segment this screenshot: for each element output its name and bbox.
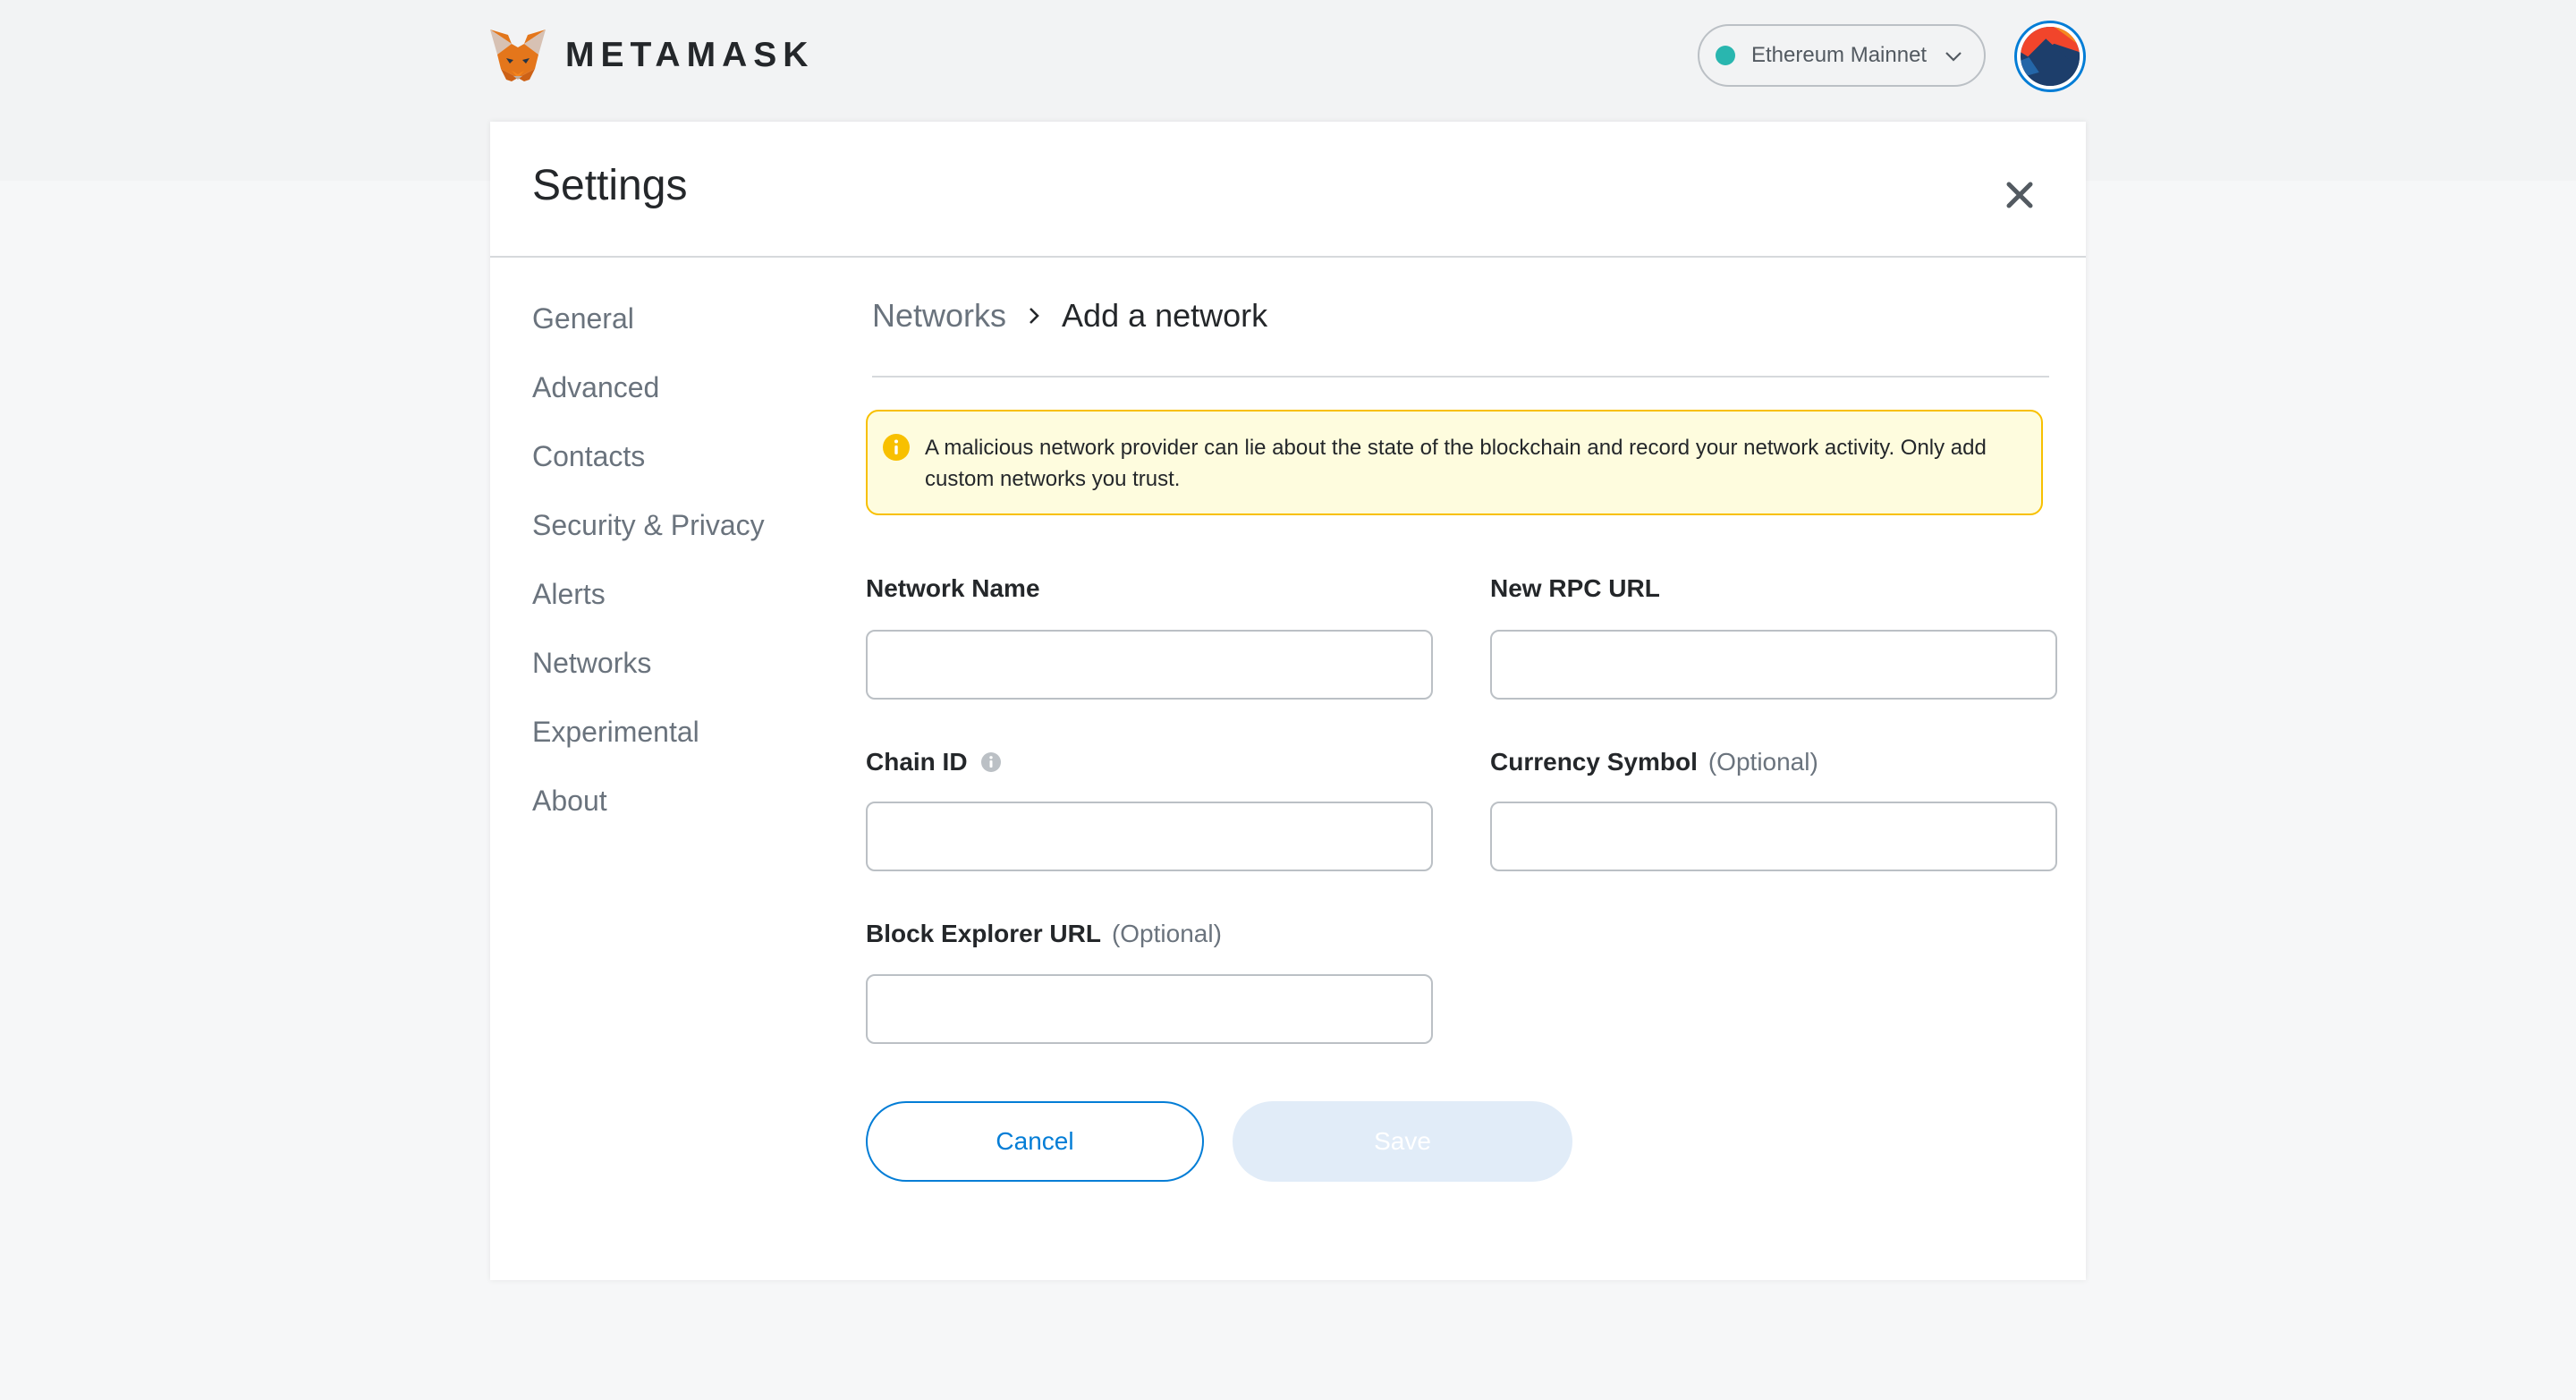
- brand-wordmark: METAMASK: [565, 36, 815, 74]
- chevron-down-icon: [1945, 52, 1962, 62]
- sidebar-item-networks[interactable]: Networks: [532, 645, 765, 714]
- sidebar-item-contacts[interactable]: Contacts: [532, 438, 765, 507]
- block-explorer-input[interactable]: [866, 974, 1433, 1044]
- page-title: Settings: [532, 162, 688, 209]
- identicon-icon: [2021, 27, 2080, 86]
- warning-text: A malicious network provider can lie abo…: [925, 436, 1987, 491]
- rpc-url-input[interactable]: [1490, 630, 2057, 700]
- sidebar-item-general[interactable]: General: [532, 301, 765, 369]
- settings-card: Settings General Advanced Contacts Secur…: [490, 122, 2086, 1280]
- fox-icon: [490, 30, 546, 81]
- block-explorer-label: Block Explorer URL (Optional): [866, 920, 1222, 948]
- content-divider: [872, 376, 2049, 378]
- network-label: Ethereum Mainnet: [1751, 43, 1928, 67]
- settings-header: Settings: [490, 122, 2086, 258]
- network-name-label: Network Name: [866, 574, 1040, 603]
- sidebar-item-about[interactable]: About: [532, 783, 765, 852]
- account-avatar[interactable]: [2014, 21, 2086, 92]
- metamask-logo[interactable]: METAMASK: [488, 27, 814, 84]
- warning-banner: A malicious network provider can lie abo…: [866, 410, 2043, 515]
- close-icon[interactable]: [2002, 177, 2038, 213]
- breadcrumb: Networks Add a network: [872, 297, 1267, 335]
- chevron-right-icon: [1030, 308, 1039, 324]
- network-name-input[interactable]: [866, 630, 1433, 700]
- currency-symbol-label: Currency Symbol (Optional): [1490, 748, 1818, 776]
- breadcrumb-networks-link[interactable]: Networks: [872, 297, 1006, 335]
- currency-symbol-input[interactable]: [1490, 802, 2057, 871]
- cancel-button[interactable]: Cancel: [866, 1101, 1204, 1182]
- chain-id-input[interactable]: [866, 802, 1433, 871]
- network-selector[interactable]: Ethereum Mainnet: [1698, 24, 1986, 87]
- sidebar-item-alerts[interactable]: Alerts: [532, 576, 765, 645]
- sidebar-item-security-privacy[interactable]: Security & Privacy: [532, 507, 765, 576]
- settings-sidebar: General Advanced Contacts Security & Pri…: [532, 301, 765, 852]
- save-button[interactable]: Save: [1233, 1101, 1572, 1182]
- chain-id-label-text: Chain ID: [866, 748, 968, 776]
- currency-symbol-label-text: Currency Symbol: [1490, 748, 1698, 776]
- network-name-label-text: Network Name: [866, 574, 1040, 602]
- info-icon[interactable]: [980, 751, 1002, 773]
- rpc-url-label-text: New RPC URL: [1490, 574, 1660, 602]
- info-warning-icon: [883, 434, 910, 461]
- breadcrumb-current: Add a network: [1062, 297, 1268, 334]
- chain-id-label: Chain ID: [866, 748, 1002, 776]
- optional-tag: (Optional): [1707, 748, 1818, 776]
- block-explorer-label-text: Block Explorer URL: [866, 920, 1101, 947]
- sidebar-item-advanced[interactable]: Advanced: [532, 369, 765, 438]
- sidebar-item-experimental[interactable]: Experimental: [532, 714, 765, 783]
- optional-tag: (Optional): [1111, 920, 1222, 947]
- network-status-dot: [1716, 46, 1735, 65]
- rpc-url-label: New RPC URL: [1490, 574, 1660, 603]
